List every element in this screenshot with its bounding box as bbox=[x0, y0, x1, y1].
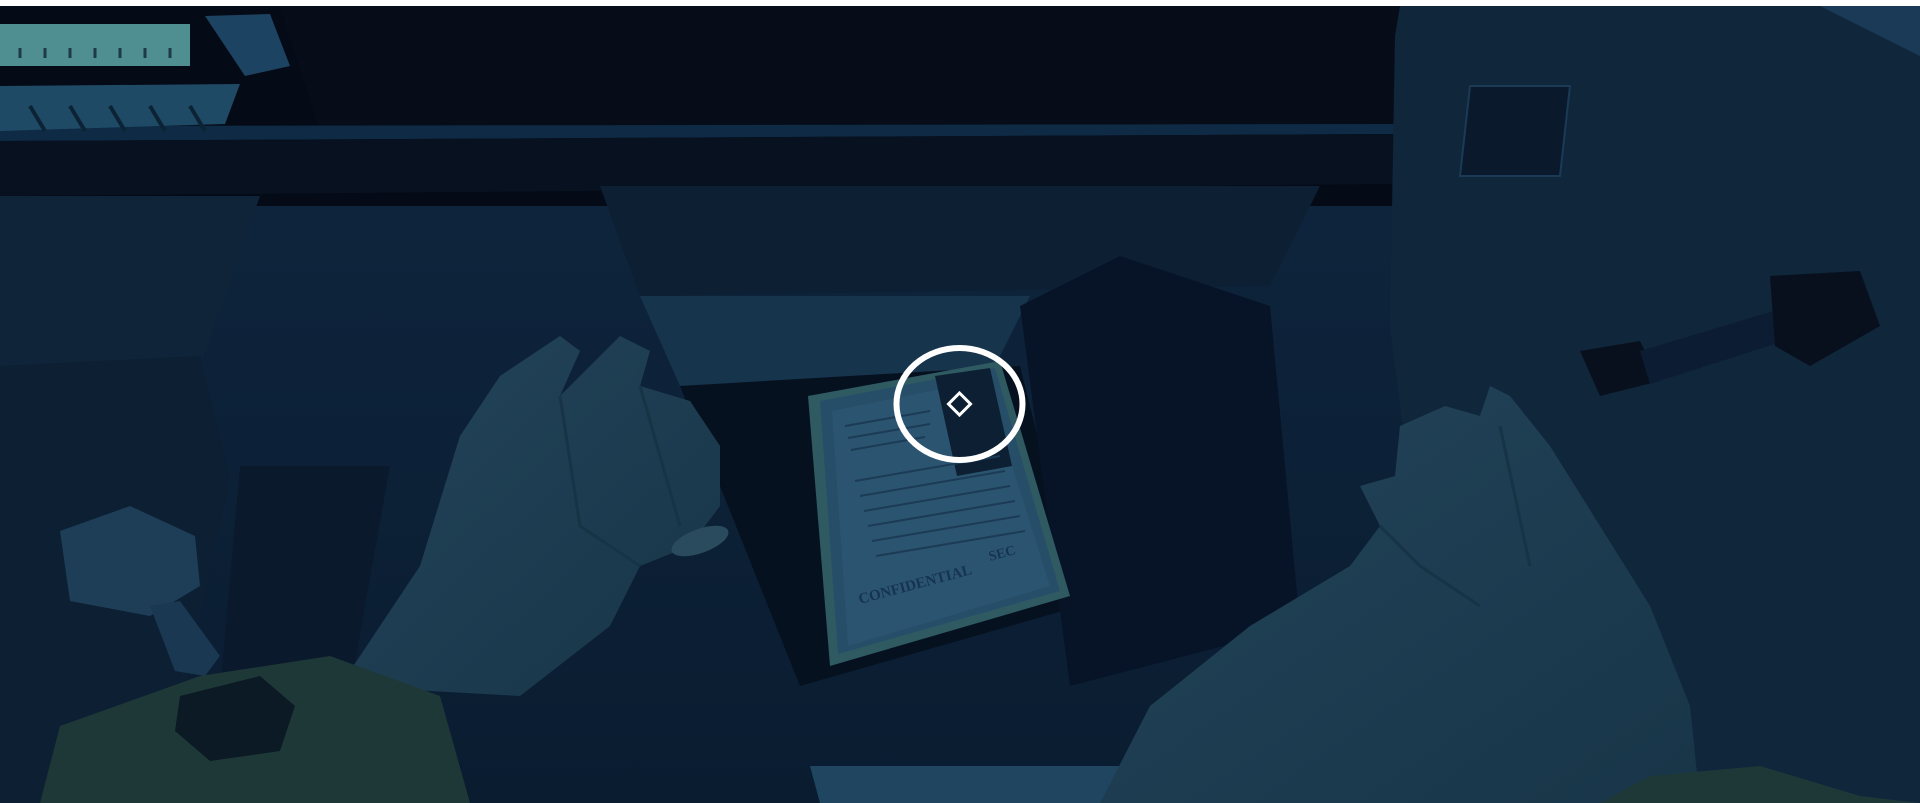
windshield bbox=[280, 6, 1420, 131]
glovebox-lid bbox=[600, 186, 1320, 296]
door-speaker bbox=[1458, 85, 1572, 177]
car-interior-scene: CONFIDENTIAL SEC bbox=[0, 6, 1920, 803]
radio-display bbox=[0, 24, 190, 66]
game-viewport[interactable]: CONFIDENTIAL SEC bbox=[0, 6, 1920, 803]
